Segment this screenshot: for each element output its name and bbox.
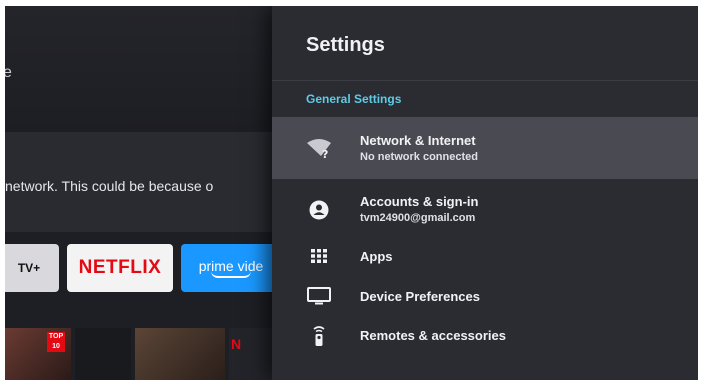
settings-item-label: Accounts & sign-in <box>360 194 479 209</box>
settings-item-label: Remotes & accessories <box>360 328 506 343</box>
settings-item-label: Apps <box>360 249 393 264</box>
app-tile-apple-tv[interactable]: TV+ <box>5 244 59 292</box>
home-screen-background: e network. This could be because o TV+ N… <box>5 6 281 380</box>
settings-item-text: Accounts & sign-in tvm24900@gmail.com <box>360 194 478 224</box>
top10-badge: TOP 10 <box>47 332 65 352</box>
settings-item-apps[interactable]: Apps <box>272 240 698 272</box>
settings-item-text: Device Preferences <box>360 289 480 304</box>
netflix-n-icon: N <box>231 336 242 352</box>
title-divider <box>272 80 698 81</box>
settings-item-sublabel: No network connected <box>360 151 478 163</box>
prime-smile-icon <box>211 271 251 278</box>
content-thumbnail[interactable] <box>135 328 225 380</box>
settings-item-network[interactable]: ? Network & Internet No network connecte… <box>272 117 698 179</box>
settings-item-device-preferences[interactable]: Device Preferences <box>272 280 698 312</box>
content-thumbnails-row: TOP 10 N N <box>5 328 275 380</box>
apps-row: TV+ NETFLIX prime vide <box>5 244 281 294</box>
settings-item-label: Network & Internet <box>360 133 476 148</box>
app-tile-netflix[interactable]: NETFLIX <box>67 244 173 292</box>
home-top-text: e <box>5 64 12 81</box>
network-warning-text: network. This could be because o <box>5 178 214 194</box>
network-warning-banner: network. This could be because o <box>5 132 275 232</box>
app-tile-prime-video[interactable]: prime vide <box>181 244 281 292</box>
settings-item-accounts[interactable]: Accounts & sign-in tvm24900@gmail.com <box>272 186 698 234</box>
section-header-general: General Settings <box>306 92 402 106</box>
svg-text:?: ? <box>322 148 328 159</box>
content-thumbnail[interactable]: TOP 10 N <box>5 328 87 380</box>
settings-item-text: Apps <box>360 249 393 264</box>
tv-screen-photo: e network. This could be because o TV+ N… <box>5 6 698 380</box>
settings-item-text: Network & Internet No network connected <box>360 133 478 163</box>
settings-item-text: Remotes & accessories <box>360 328 506 343</box>
netflix-label: NETFLIX <box>78 257 162 278</box>
content-thumbnail[interactable] <box>75 328 131 380</box>
account-icon <box>306 198 332 222</box>
remote-icon <box>306 324 332 348</box>
wifi-question-icon: ? <box>306 136 332 160</box>
settings-item-label: Device Preferences <box>360 289 480 304</box>
settings-item-sublabel: tvm24900@gmail.com <box>360 212 476 224</box>
tv-icon <box>306 284 332 308</box>
settings-item-remotes[interactable]: Remotes & accessories <box>272 319 698 353</box>
home-top-area: e <box>5 6 275 132</box>
settings-panel: Settings General Settings ? Network & In… <box>272 6 698 380</box>
content-thumbnail[interactable]: N <box>229 328 275 380</box>
apps-grid-icon <box>306 244 332 268</box>
apple-tv-label: TV+ <box>17 261 41 275</box>
page-title: Settings <box>306 34 385 56</box>
